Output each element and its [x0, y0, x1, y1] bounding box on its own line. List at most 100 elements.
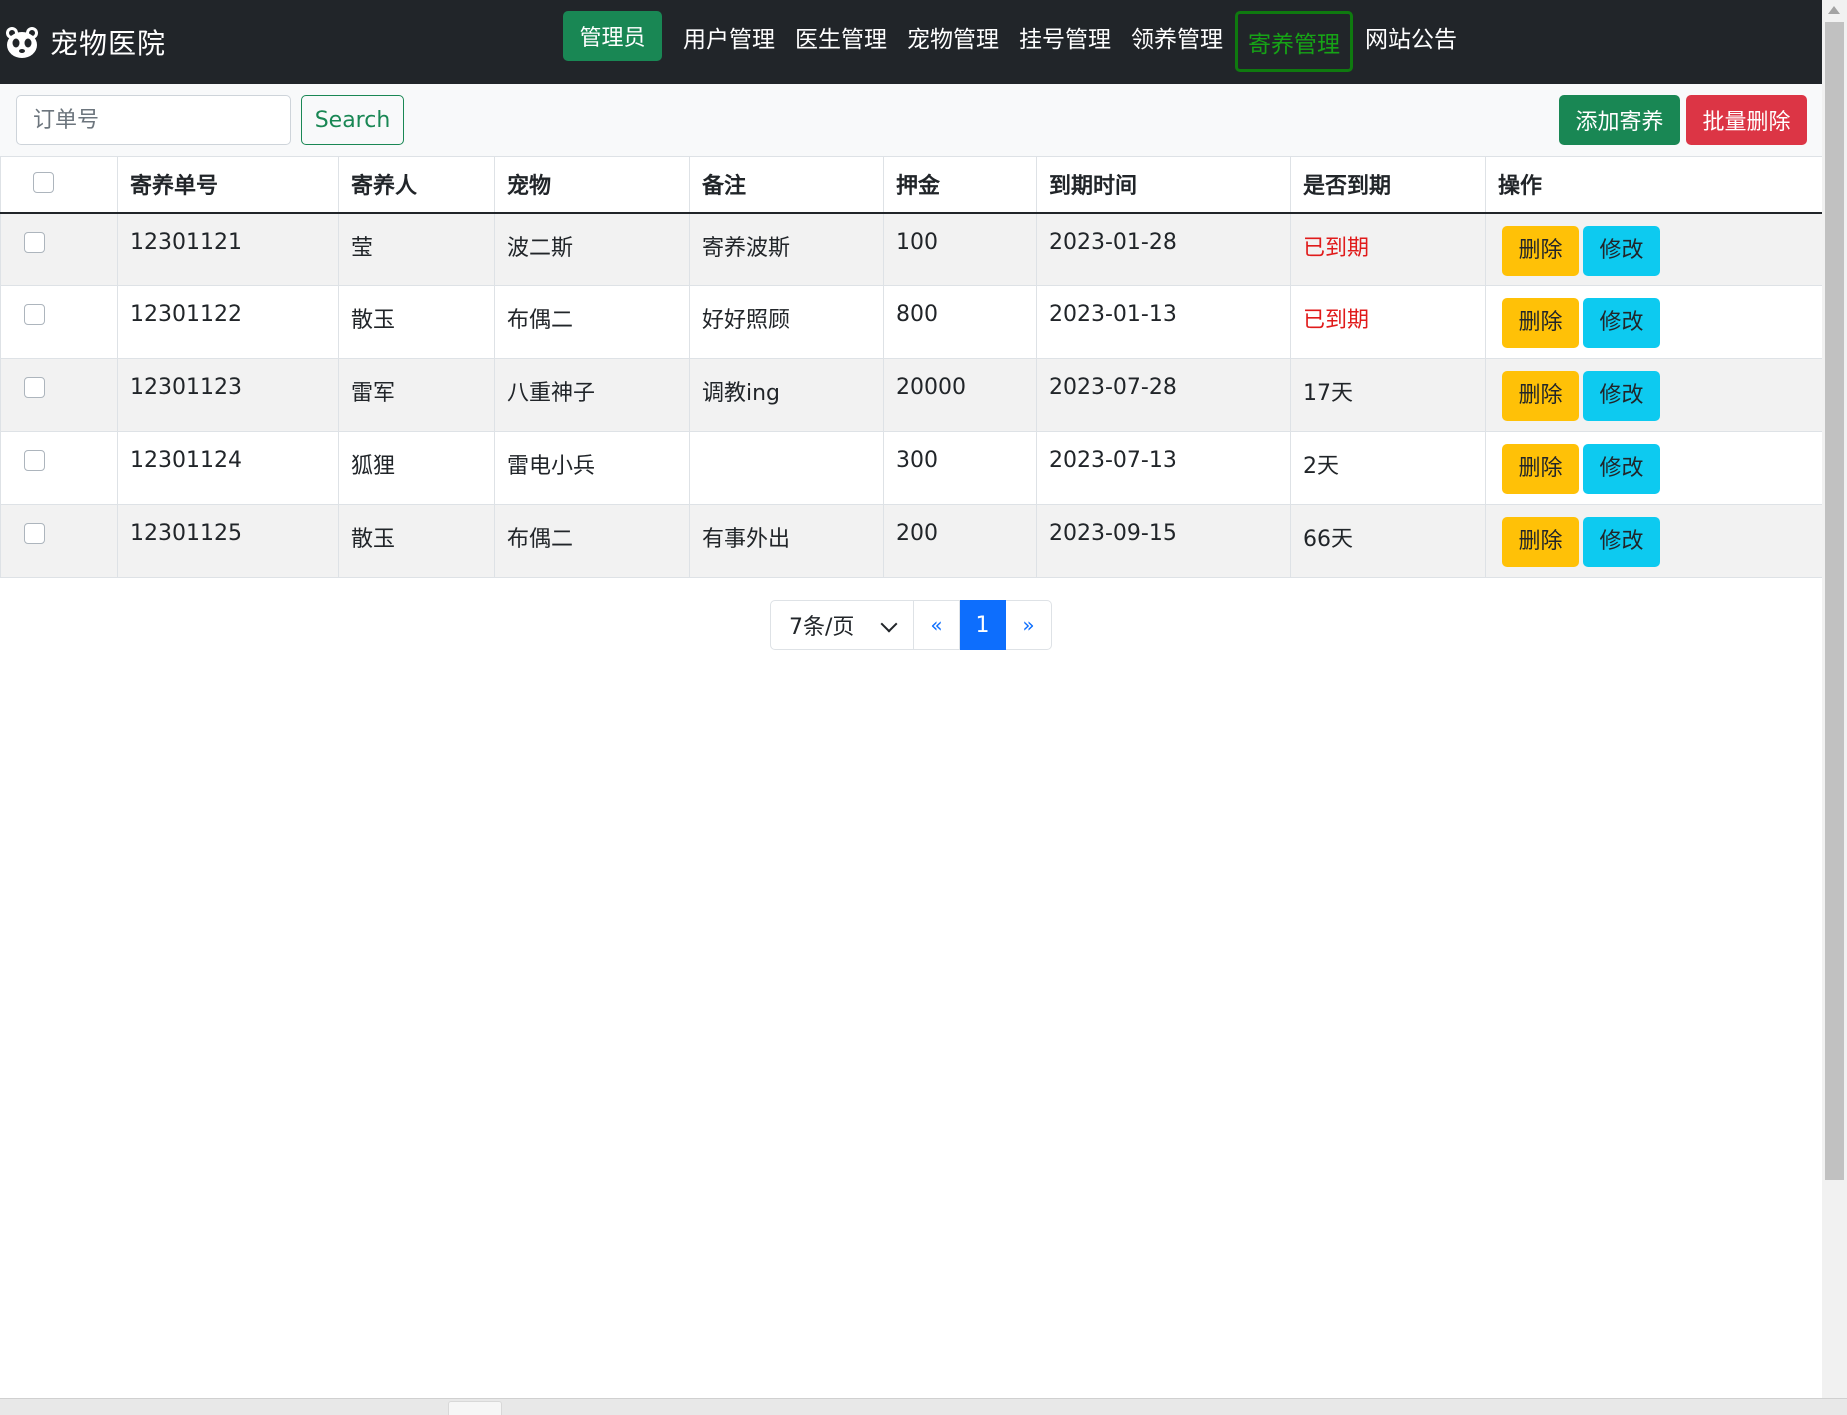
- toolbar: Search 添加寄养 批量删除: [0, 84, 1822, 156]
- nav-item-announcements[interactable]: 网站公告: [1355, 11, 1467, 63]
- order-id-cell: 12301121: [117, 212, 339, 286]
- search-button[interactable]: Search: [301, 95, 404, 145]
- row-checkbox[interactable]: [24, 231, 45, 253]
- nav-item-adoption[interactable]: 领养管理: [1121, 11, 1233, 63]
- header-due-date: 到期时间: [1036, 156, 1291, 214]
- select-cell: [0, 212, 118, 286]
- nav-item-boarding[interactable]: 寄养管理: [1235, 11, 1353, 72]
- actions-cell: 删除 修改: [1485, 504, 1823, 578]
- delete-button[interactable]: 删除: [1502, 444, 1579, 494]
- deposit-cell: 100: [883, 212, 1037, 286]
- owner-cell: 狐狸: [338, 431, 495, 505]
- panda-logo-icon: [4, 24, 40, 60]
- order-id-cell: 12301122: [117, 285, 339, 359]
- deposit-cell: 200: [883, 504, 1037, 578]
- edit-button[interactable]: 修改: [1583, 444, 1660, 494]
- row-checkbox[interactable]: [24, 377, 45, 398]
- select-all-checkbox[interactable]: [33, 171, 54, 193]
- select-cell: [0, 504, 118, 578]
- pet-cell: 布偶二: [494, 504, 690, 578]
- pet-cell: 布偶二: [494, 285, 690, 359]
- select-cell: [0, 431, 118, 505]
- header-order-id: 寄养单号: [117, 156, 339, 214]
- delete-button[interactable]: 删除: [1502, 517, 1579, 567]
- next-page-button[interactable]: »: [1006, 600, 1052, 650]
- table-header-row: 寄养单号 寄养人 宠物 备注 押金 到期时间 是否到期 操作: [0, 156, 1823, 214]
- pagination: 7条/页 « 1 »: [770, 600, 1052, 650]
- actions-cell: 删除 修改: [1485, 358, 1823, 432]
- actions-cell: 删除 修改: [1485, 431, 1823, 505]
- pet-cell: 八重神子: [494, 358, 690, 432]
- pet-cell: 波二斯: [494, 212, 690, 286]
- deposit-cell: 300: [883, 431, 1037, 505]
- table-row: 12301122 散玉 布偶二 好好照顾 800 2023-01-13 已到期 …: [0, 285, 1823, 359]
- role-badge-admin[interactable]: 管理员: [563, 11, 662, 61]
- header-deposit: 押金: [883, 156, 1037, 214]
- note-cell: 调教ing: [689, 358, 884, 432]
- nav-item-registration[interactable]: 挂号管理: [1009, 11, 1121, 63]
- nav-item-users[interactable]: 用户管理: [673, 11, 785, 63]
- browser-viewport: 宠物医院 管理员 用户管理 医生管理 宠物管理 挂号管理 领养管理 寄养管理 网…: [0, 0, 1847, 1415]
- edit-button[interactable]: 修改: [1583, 371, 1660, 421]
- header-select-cell: [0, 156, 118, 214]
- top-navbar: 宠物医院 管理员 用户管理 医生管理 宠物管理 挂号管理 领养管理 寄养管理 网…: [0, 0, 1822, 84]
- note-cell: 好好照顾: [689, 285, 884, 359]
- due-date-cell: 2023-07-13: [1036, 431, 1291, 505]
- edit-button[interactable]: 修改: [1583, 298, 1660, 348]
- owner-cell: 雷军: [338, 358, 495, 432]
- delete-button[interactable]: 删除: [1502, 298, 1579, 348]
- page-size-select[interactable]: 7条/页: [770, 600, 914, 650]
- brand[interactable]: 宠物医院: [4, 20, 166, 64]
- owner-cell: 散玉: [338, 285, 495, 359]
- table-row: 12301121 莹 波二斯 寄养波斯 100 2023-01-28 已到期 删…: [0, 212, 1823, 286]
- deposit-cell: 800: [883, 285, 1037, 359]
- table-row: 12301125 散玉 布偶二 有事外出 200 2023-09-15 66天 …: [0, 504, 1823, 578]
- edit-button[interactable]: 修改: [1583, 225, 1660, 276]
- header-expired: 是否到期: [1290, 156, 1486, 214]
- table-row: 12301123 雷军 八重神子 调教ing 20000 2023-07-28 …: [0, 358, 1823, 432]
- note-cell: [689, 431, 884, 505]
- order-number-search-input[interactable]: [16, 95, 291, 145]
- edit-button[interactable]: 修改: [1583, 517, 1660, 567]
- row-checkbox[interactable]: [24, 523, 45, 544]
- select-cell: [0, 358, 118, 432]
- header-actions: 操作: [1485, 156, 1823, 214]
- due-date-cell: 2023-09-15: [1036, 504, 1291, 578]
- order-id-cell: 12301124: [117, 431, 339, 505]
- main-nav: 用户管理 医生管理 宠物管理 挂号管理 领养管理 寄养管理 网站公告: [673, 11, 1467, 72]
- status-cell: 2天: [1290, 431, 1486, 505]
- table-row: 12301124 狐狸 雷电小兵 300 2023-07-13 2天 删除 修改: [0, 431, 1823, 505]
- pet-cell: 雷电小兵: [494, 431, 690, 505]
- select-cell: [0, 285, 118, 359]
- status-cell: 已到期: [1290, 285, 1486, 359]
- add-boarding-button[interactable]: 添加寄养: [1559, 95, 1680, 145]
- owner-cell: 莹: [338, 212, 495, 286]
- status-cell: 17天: [1290, 358, 1486, 432]
- nav-item-doctors[interactable]: 医生管理: [785, 11, 897, 63]
- header-pet: 宠物: [494, 156, 690, 214]
- header-owner: 寄养人: [338, 156, 495, 214]
- chevron-down-icon: [880, 615, 898, 633]
- row-checkbox[interactable]: [24, 450, 45, 471]
- header-note: 备注: [689, 156, 884, 214]
- bulk-delete-button[interactable]: 批量删除: [1686, 95, 1807, 145]
- page-size-value: 7条/页: [789, 615, 855, 640]
- delete-button[interactable]: 删除: [1502, 225, 1579, 276]
- nav-item-pets[interactable]: 宠物管理: [897, 11, 1009, 63]
- due-date-cell: 2023-01-13: [1036, 285, 1291, 359]
- current-page-button[interactable]: 1: [960, 600, 1006, 650]
- scrollbar-thumb[interactable]: [1825, 22, 1844, 1180]
- prev-page-button[interactable]: «: [914, 600, 960, 650]
- deposit-cell: 20000: [883, 358, 1037, 432]
- status-cell: 66天: [1290, 504, 1486, 578]
- order-id-cell: 12301125: [117, 504, 339, 578]
- delete-button[interactable]: 删除: [1502, 371, 1579, 421]
- bottom-bar: [0, 1398, 1847, 1415]
- note-cell: 寄养波斯: [689, 212, 884, 286]
- owner-cell: 散玉: [338, 504, 495, 578]
- row-checkbox[interactable]: [24, 304, 45, 325]
- bottom-tab[interactable]: [448, 1401, 502, 1415]
- scroll-up-arrow-icon[interactable]: [1828, 6, 1840, 14]
- actions-cell: 删除 修改: [1485, 285, 1823, 359]
- vertical-scrollbar[interactable]: [1822, 0, 1847, 1398]
